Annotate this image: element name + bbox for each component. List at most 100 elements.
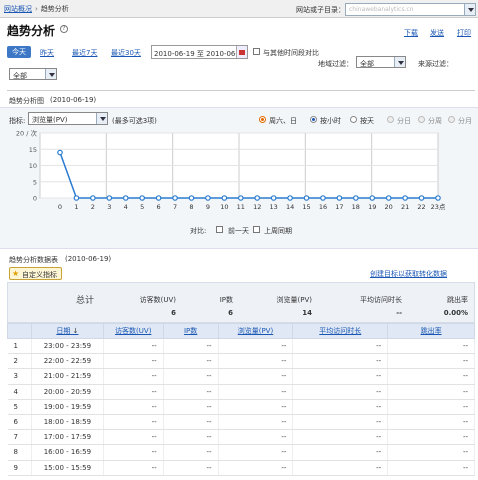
table-cell-uv: -- bbox=[103, 399, 164, 415]
compare-last-week-label: 上周同期 bbox=[264, 227, 292, 235]
table-row: 4 20:00 - 20:59 -- -- -- -- -- bbox=[7, 384, 475, 400]
region-select[interactable]: 全部 bbox=[356, 56, 406, 68]
table-cell-range: 19:00 - 19:59 bbox=[31, 399, 104, 415]
chevron-down-icon[interactable] bbox=[464, 4, 475, 15]
compare-prev-day-label: 前一天 bbox=[228, 227, 249, 235]
split-day-radio[interactable] bbox=[387, 116, 394, 123]
data-point bbox=[270, 195, 277, 201]
data-table: 日期 ↓ 访客数(UV) IP数 浏览量(PV) 平均访问时长 跳出率 1 23:… bbox=[7, 323, 475, 476]
weekend-highlight-toggle[interactable] bbox=[259, 116, 266, 123]
breadcrumb: 网站概况 › 趋势分析 bbox=[4, 4, 69, 14]
column-header-avg[interactable]: 平均访问时长 bbox=[292, 323, 389, 339]
split-month-radio[interactable] bbox=[448, 116, 455, 123]
x-tick-label: 5 bbox=[140, 203, 144, 211]
x-tick-label: 23点 bbox=[431, 203, 446, 211]
compare-prev-day-checkbox[interactable] bbox=[216, 226, 223, 233]
customize-metrics-button[interactable]: ★ 自定义指标 bbox=[9, 267, 62, 280]
split-week-radio[interactable] bbox=[418, 116, 425, 123]
help-icon[interactable]: ? bbox=[60, 25, 68, 33]
x-tick-label: 1 bbox=[74, 203, 78, 211]
table-cell-avg: -- bbox=[292, 414, 389, 431]
table-cell-range: 16:00 - 16:59 bbox=[31, 444, 104, 461]
site-select-value: chinawebanalytics.cn bbox=[349, 6, 414, 13]
table-cell-uv: -- bbox=[103, 368, 164, 385]
table-cell-n: 8 bbox=[7, 444, 32, 461]
table-cell-range: 15:00 - 15:59 bbox=[31, 460, 104, 476]
data-point bbox=[90, 195, 96, 201]
data-point bbox=[139, 195, 145, 201]
data-point bbox=[188, 195, 195, 201]
table-cell-range: 23:00 - 23:59 bbox=[31, 338, 104, 355]
y-tick-label: 15 bbox=[29, 146, 37, 154]
summary-pv-value: 14 bbox=[302, 309, 312, 317]
site-filter-label: 网站或子目录： bbox=[296, 6, 345, 14]
x-tick-label: 4 bbox=[124, 203, 128, 211]
chevron-down-icon[interactable] bbox=[96, 113, 107, 124]
last7-link[interactable]: 最近7天 bbox=[72, 48, 97, 58]
by-hour-radio[interactable] bbox=[310, 116, 317, 123]
y-tick-label: 10 bbox=[29, 162, 37, 170]
column-header-ip[interactable]: IP数 bbox=[162, 323, 219, 339]
data-point bbox=[221, 195, 228, 201]
x-tick-label: 16 bbox=[319, 203, 327, 211]
metric-select[interactable]: 浏览量(PV) bbox=[28, 112, 108, 125]
table-cell-range: 18:00 - 18:59 bbox=[31, 414, 104, 431]
chart-section-date: (2010-06-19) bbox=[50, 96, 97, 104]
table-cell-uv: -- bbox=[103, 338, 164, 355]
data-point bbox=[237, 195, 244, 201]
column-header-pv[interactable]: 浏览量(PV) bbox=[217, 323, 294, 339]
table-cell-avg: -- bbox=[292, 338, 389, 355]
chevron-down-icon[interactable] bbox=[394, 57, 405, 67]
compare-last-week-checkbox[interactable] bbox=[253, 226, 260, 233]
data-point bbox=[205, 195, 211, 201]
today-button[interactable]: 今天 bbox=[7, 46, 31, 58]
chevron-down-icon[interactable] bbox=[45, 69, 56, 79]
data-point bbox=[418, 195, 425, 201]
date-range-field[interactable]: 2010-06-19 至 2010-06-19 bbox=[151, 45, 248, 59]
data-point bbox=[303, 195, 310, 201]
download-link[interactable]: 下载 bbox=[404, 28, 418, 38]
split-month-label: 分月 bbox=[458, 117, 472, 125]
source-filter-label: 来源过滤： bbox=[418, 60, 453, 68]
table-cell-n: 4 bbox=[7, 384, 32, 400]
table-cell-uv: -- bbox=[103, 460, 164, 476]
source-select[interactable]: 全部 bbox=[9, 68, 57, 80]
table-cell-n: 9 bbox=[7, 460, 32, 476]
sort-arrow-icon: ↓ bbox=[72, 327, 79, 335]
table-cell-ip: -- bbox=[163, 444, 219, 461]
y-tick-label: 5 bbox=[33, 178, 37, 186]
x-tick-label: 19 bbox=[368, 203, 376, 211]
table-cell-uv: -- bbox=[103, 353, 164, 370]
column-header-bounce[interactable]: 跳出率 bbox=[387, 323, 475, 339]
last30-link[interactable]: 最近30天 bbox=[111, 48, 141, 58]
data-point bbox=[287, 195, 293, 201]
region-filter-label: 地域过滤： bbox=[318, 60, 353, 68]
compare-checkbox[interactable] bbox=[253, 48, 260, 55]
table-cell-ip: -- bbox=[163, 399, 219, 415]
x-tick-label: 7 bbox=[173, 203, 177, 211]
table-cell-range: 22:00 - 22:59 bbox=[31, 353, 104, 370]
breadcrumb-home-link[interactable]: 网站概况 bbox=[4, 5, 32, 13]
table-cell-avg: -- bbox=[292, 444, 389, 461]
print-link[interactable]: 打印 bbox=[457, 28, 471, 38]
split-day-label: 分日 bbox=[397, 117, 411, 125]
table-cell-avg: -- bbox=[292, 429, 389, 446]
table-cell-pv: -- bbox=[218, 460, 294, 476]
by-hour-label: 按小时 bbox=[320, 117, 341, 125]
table-cell-n: 7 bbox=[7, 429, 32, 446]
send-link[interactable]: 发送 bbox=[430, 28, 444, 38]
table-cell-pv: -- bbox=[218, 384, 294, 400]
create-goal-link[interactable]: 创建目标以获取转化数据 bbox=[370, 269, 447, 279]
yesterday-link[interactable]: 昨天 bbox=[40, 48, 54, 58]
data-point bbox=[435, 195, 441, 201]
table-cell-bounce: -- bbox=[387, 368, 475, 385]
site-select[interactable]: chinawebanalytics.cn bbox=[345, 3, 476, 16]
by-day-radio[interactable] bbox=[350, 116, 357, 123]
table-cell-pv: -- bbox=[218, 338, 294, 355]
table-cell-bounce: -- bbox=[387, 338, 475, 355]
column-header-uv[interactable]: 访客数(UV) bbox=[102, 323, 164, 339]
table-row: 5 19:00 - 19:59 -- -- -- -- -- bbox=[7, 399, 475, 415]
summary-ip-label: IP数 bbox=[219, 296, 233, 304]
column-header-date[interactable]: 日期 ↓ bbox=[30, 323, 104, 339]
calendar-icon[interactable] bbox=[236, 46, 247, 58]
